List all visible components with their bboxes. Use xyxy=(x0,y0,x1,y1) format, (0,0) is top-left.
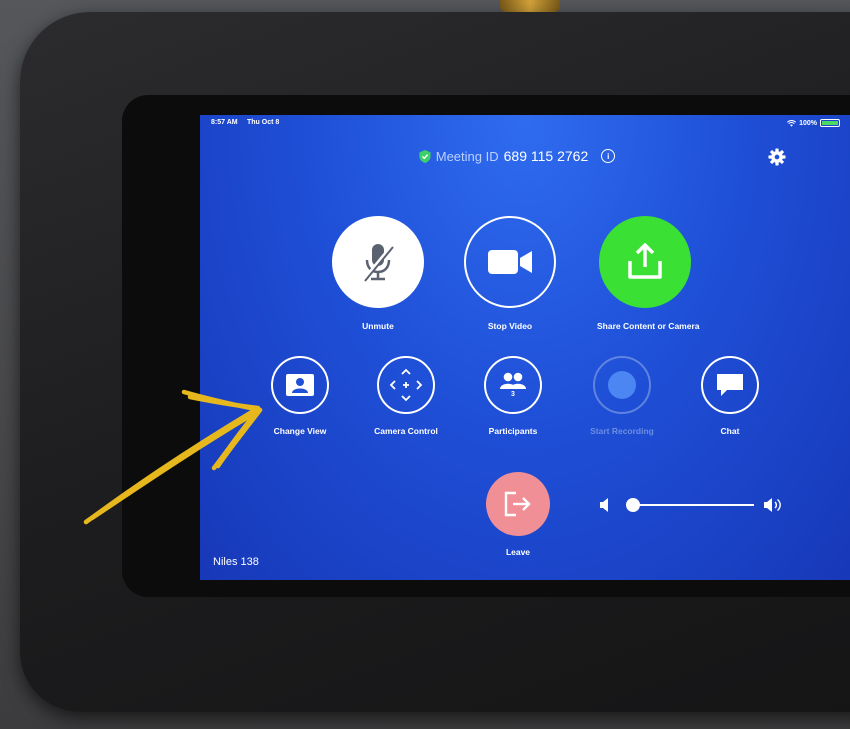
annotation-arrow xyxy=(83,389,263,525)
